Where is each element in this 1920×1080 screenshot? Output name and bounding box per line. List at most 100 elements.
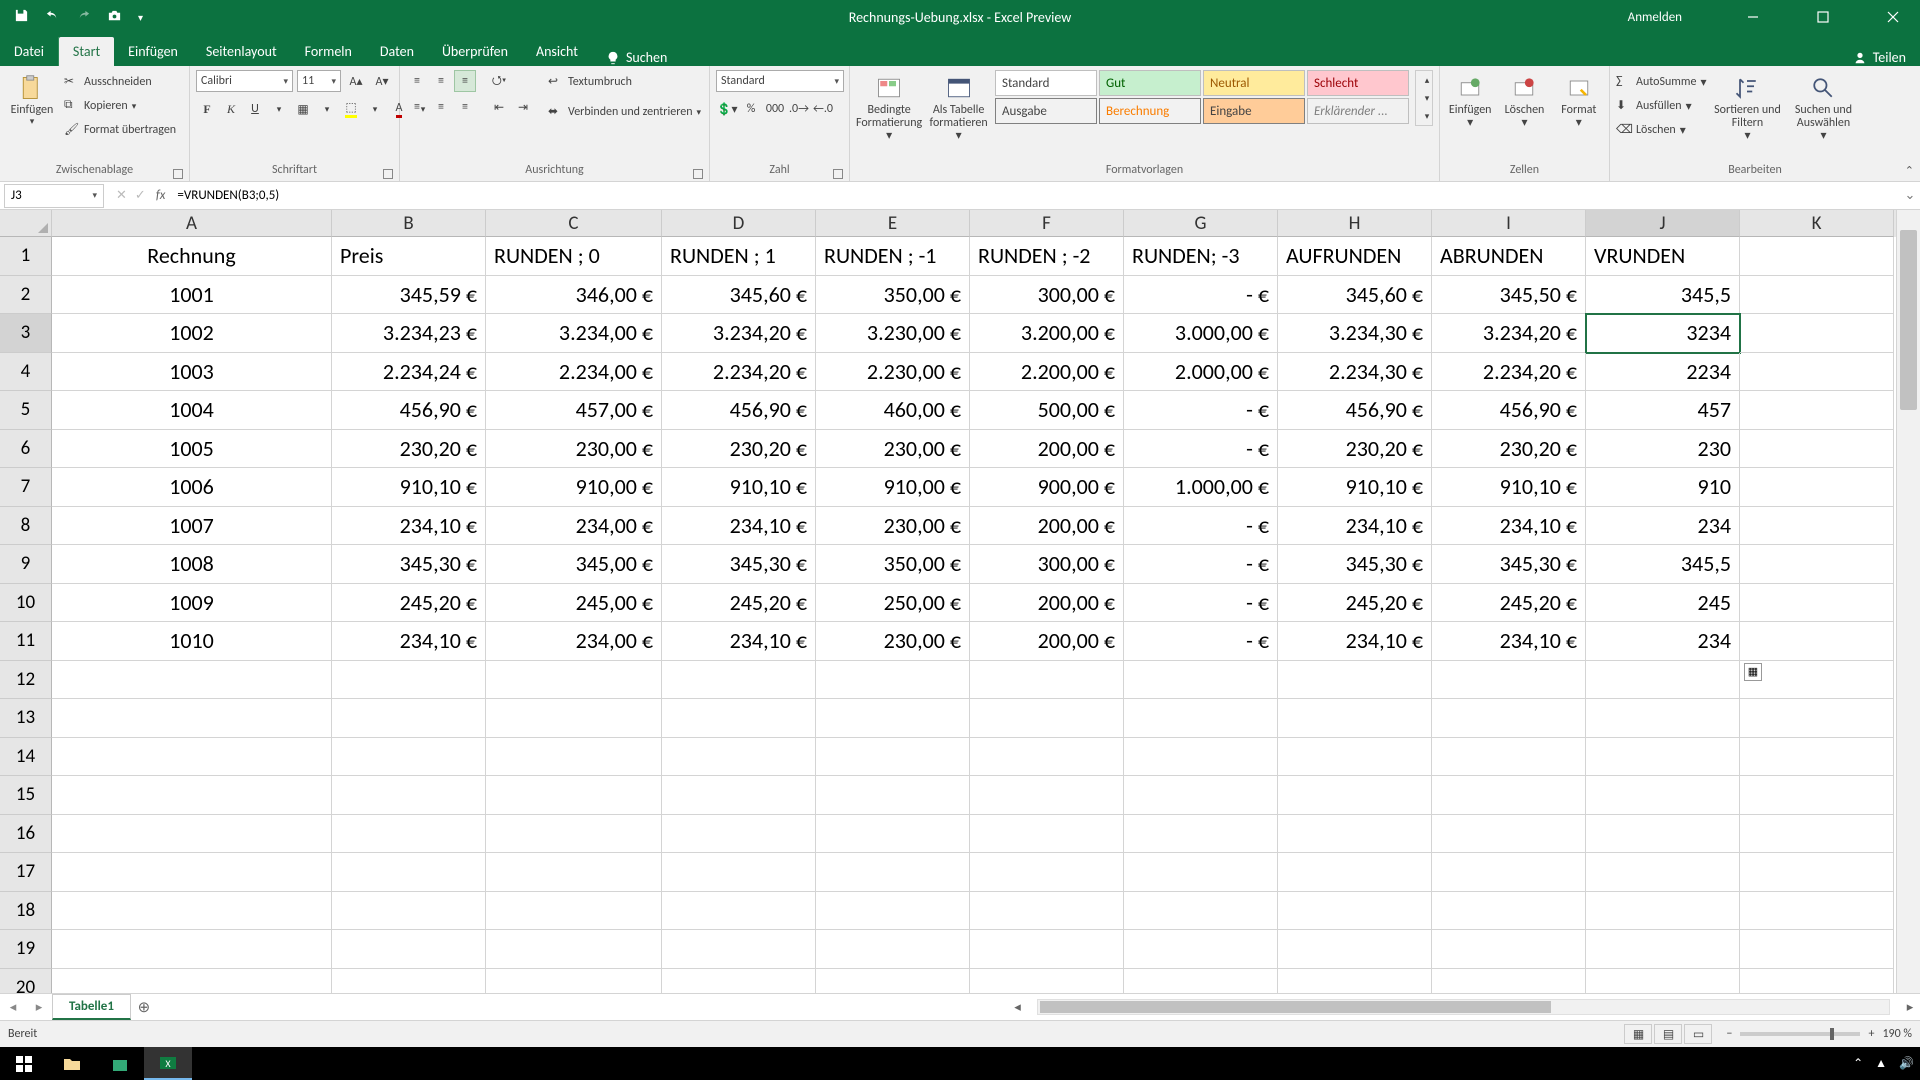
cell-A14[interactable] (52, 738, 332, 777)
underline-menu[interactable]: ▾ (268, 98, 290, 120)
style-bad[interactable]: Schlecht (1307, 70, 1409, 96)
cell-K17[interactable] (1740, 853, 1894, 892)
cell-B5[interactable]: 456,90 € (332, 391, 486, 430)
cell-E16[interactable] (816, 815, 970, 854)
cell-K9[interactable] (1740, 545, 1894, 584)
cell-E10[interactable]: 250,00 € (816, 584, 970, 623)
cell-B1[interactable]: Preis (332, 237, 486, 276)
decrease-indent-button[interactable]: ⇤ (488, 96, 510, 118)
cell-A18[interactable] (52, 892, 332, 931)
cell-D18[interactable] (662, 892, 816, 931)
cell-B18[interactable] (332, 892, 486, 931)
cell-K19[interactable] (1740, 930, 1894, 969)
cell-B16[interactable] (332, 815, 486, 854)
cell-A9[interactable]: 1008 (52, 545, 332, 584)
cell-I7[interactable]: 910,10 € (1432, 468, 1586, 507)
cell-A6[interactable]: 1005 (52, 430, 332, 469)
cell-J15[interactable] (1586, 776, 1740, 815)
cell-H7[interactable]: 910,10 € (1278, 468, 1432, 507)
increase-indent-button[interactable]: ⇥ (512, 96, 534, 118)
tab-home[interactable]: Start (59, 37, 114, 66)
cell-G15[interactable] (1124, 776, 1278, 815)
cell-I9[interactable]: 345,30 € (1432, 545, 1586, 584)
cell-E20[interactable] (816, 969, 970, 994)
tab-file[interactable]: Datei (0, 37, 59, 66)
hscroll-right[interactable]: ▸ (1900, 1000, 1920, 1015)
cell-G4[interactable]: 2.000,00 € (1124, 353, 1278, 392)
cell-B2[interactable]: 345,59 € (332, 276, 486, 315)
clear-button[interactable]: ⌫Löschen ▾ (1616, 118, 1706, 142)
cell-B13[interactable] (332, 699, 486, 738)
cell-K11[interactable] (1740, 622, 1894, 661)
cell-G17[interactable] (1124, 853, 1278, 892)
copy-button[interactable]: ⧉Kopieren ▾ (64, 94, 176, 118)
conditional-formatting-button[interactable]: Bedingte Formatierung▾ (856, 70, 922, 144)
cell-F5[interactable]: 500,00 € (970, 391, 1124, 430)
orientation-button[interactable]: ⭯▾ (488, 70, 510, 92)
cell-A16[interactable] (52, 815, 332, 854)
cell-F4[interactable]: 2.200,00 € (970, 353, 1124, 392)
row-header-17[interactable]: 17 (0, 853, 52, 892)
cell-A17[interactable] (52, 853, 332, 892)
cell-H3[interactable]: 3.234,30 € (1278, 314, 1432, 353)
fill-color-button[interactable]: ⬚ (340, 98, 362, 120)
cell-C3[interactable]: 3.234,00 € (486, 314, 662, 353)
border-menu[interactable]: ▾ (316, 98, 338, 120)
camera-icon[interactable] (107, 8, 122, 27)
font-size-combo[interactable]: 11▾ (297, 70, 341, 92)
cell-E4[interactable]: 2.230,00 € (816, 353, 970, 392)
row-header-5[interactable]: 5 (0, 391, 52, 430)
cell-D16[interactable] (662, 815, 816, 854)
zoom-in-button[interactable]: + (1868, 1027, 1874, 1041)
decrease-decimal-button[interactable]: ←.0 (812, 98, 834, 120)
undo-icon[interactable] (45, 8, 60, 27)
cell-E18[interactable] (816, 892, 970, 931)
cell-I8[interactable]: 234,10 € (1432, 507, 1586, 546)
cell-C18[interactable] (486, 892, 662, 931)
row-header-1[interactable]: 1 (0, 237, 52, 276)
tell-me-search[interactable]: Suchen (606, 49, 667, 66)
style-explanatory[interactable]: Erklärender ... (1307, 98, 1409, 124)
cell-A13[interactable] (52, 699, 332, 738)
cell-H19[interactable] (1278, 930, 1432, 969)
row-header-18[interactable]: 18 (0, 892, 52, 931)
cell-K5[interactable] (1740, 391, 1894, 430)
store-taskbar[interactable] (96, 1047, 144, 1080)
cell-K7[interactable] (1740, 468, 1894, 507)
cell-K2[interactable] (1740, 276, 1894, 315)
share-button[interactable]: Teilen (1853, 49, 1920, 66)
tray-volume-icon[interactable]: 🔊 (1899, 1056, 1914, 1071)
cell-B11[interactable]: 234,10 € (332, 622, 486, 661)
cell-E12[interactable] (816, 661, 970, 700)
col-header-B[interactable]: B (332, 210, 486, 237)
cell-H16[interactable] (1278, 815, 1432, 854)
cell-K1[interactable] (1740, 237, 1894, 276)
cell-I16[interactable] (1432, 815, 1586, 854)
cell-J7[interactable]: 910 (1586, 468, 1740, 507)
maximize-button[interactable] (1800, 0, 1846, 34)
cell-G19[interactable] (1124, 930, 1278, 969)
style-input[interactable]: Eingabe (1203, 98, 1305, 124)
cell-D3[interactable]: 3.234,20 € (662, 314, 816, 353)
cell-H8[interactable]: 234,10 € (1278, 507, 1432, 546)
cell-J8[interactable]: 234 (1586, 507, 1740, 546)
cell-K20[interactable] (1740, 969, 1894, 994)
tab-formulas[interactable]: Formeln (291, 37, 366, 66)
align-launcher[interactable] (693, 169, 703, 179)
cell-C1[interactable]: RUNDEN ; 0 (486, 237, 662, 276)
cell-A2[interactable]: 1001 (52, 276, 332, 315)
row-header-15[interactable]: 15 (0, 776, 52, 815)
cell-F2[interactable]: 300,00 € (970, 276, 1124, 315)
start-button[interactable] (0, 1047, 48, 1080)
view-pagebreak-button[interactable]: ▭ (1684, 1024, 1712, 1044)
cell-J9[interactable]: 345,5 (1586, 545, 1740, 584)
row-header-12[interactable]: 12 (0, 661, 52, 700)
cell-F18[interactable] (970, 892, 1124, 931)
cell-F20[interactable] (970, 969, 1124, 994)
cell-G3[interactable]: 3.000,00 € (1124, 314, 1278, 353)
cell-E6[interactable]: 230,00 € (816, 430, 970, 469)
tab-data[interactable]: Daten (366, 37, 428, 66)
qat-customize-icon[interactable]: ▾ (138, 11, 143, 24)
cell-I4[interactable]: 2.234,20 € (1432, 353, 1586, 392)
shrink-font-button[interactable]: A▾ (371, 70, 393, 92)
